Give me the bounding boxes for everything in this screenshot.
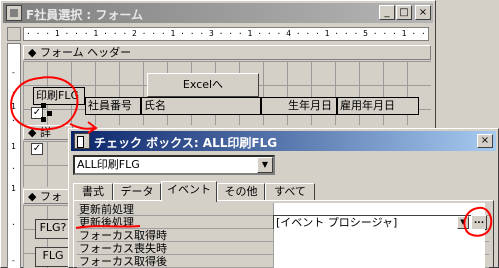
detail-grid[interactable] [23, 141, 69, 187]
detail-bar[interactable]: ◆ 詳 [23, 125, 73, 140]
property-sheet-title: チェック ボックス: ALL印刷FLG [94, 136, 278, 150]
after-update-value[interactable]: [イベント プロシージャ] [273, 215, 485, 230]
ruler-row: · · · 1 · · · 1 · · · 2 · · · 1 · · · 3 … [7, 27, 429, 41]
tab-data[interactable]: データ [113, 183, 161, 201]
section-arrow-icon: ◆ [28, 190, 40, 203]
section-arrow-icon: ◆ [28, 46, 40, 59]
property-value[interactable] [273, 255, 485, 268]
builder-button[interactable]: ... [471, 215, 487, 230]
property-list: 更新前処理 更新後処理 [イベント プロシージャ] ▼ ... フォーカス取得時… [77, 203, 489, 268]
property-name: フォーカス取得時 [79, 229, 167, 242]
form-footer-bar[interactable]: ◆ フォ [23, 189, 73, 204]
property-value[interactable] [273, 229, 485, 242]
excel-button[interactable]: Excelへ [147, 73, 259, 97]
property-name: 更新前処理 [79, 203, 134, 216]
section-arrow-icon: ◆ [28, 126, 40, 139]
property-row[interactable]: フォーカス喪失時 [77, 242, 489, 255]
name-label[interactable]: 氏名 [141, 97, 261, 115]
form-header-bar[interactable]: ◆ フォーム ヘッダー [23, 45, 431, 60]
vertical-ruler[interactable]: - · 1 · 1 · 1 · - [7, 43, 21, 268]
property-row-after-update[interactable]: 更新後処理 [イベント プロシージャ] ▼ ... [77, 215, 489, 230]
form-icon [6, 5, 22, 21]
tab-all[interactable]: すべて [265, 183, 315, 201]
form-header-label: フォーム ヘッダー [39, 46, 132, 59]
detail-checkbox[interactable]: ✓ [31, 143, 43, 155]
object-selector-value: ALL印刷FLG [77, 158, 140, 171]
object-selector-combo[interactable]: ALL印刷FLG ▼ [73, 155, 275, 175]
emp-no-label[interactable]: 社員番号 [85, 97, 141, 115]
flg-button-1[interactable]: FLG? [35, 219, 69, 239]
close-button[interactable]: × [415, 5, 431, 20]
selection-handle[interactable] [41, 103, 46, 108]
property-sheet-icon [74, 133, 90, 149]
minimize-button[interactable]: _ [379, 5, 395, 20]
detail-label: 詳 [39, 126, 51, 139]
form-footer-label: フォ [39, 190, 62, 203]
selection-handle[interactable] [41, 117, 46, 122]
selection-handle[interactable] [47, 111, 52, 116]
property-value[interactable] [273, 242, 485, 255]
property-sheet-titlebar[interactable]: チェック ボックス: ALL印刷FLG × [71, 131, 496, 151]
tab-other[interactable]: その他 [217, 183, 265, 201]
tab-format[interactable]: 書式 [73, 183, 113, 201]
property-sheet-window: チェック ボックス: ALL印刷FLG × ALL印刷FLG ▼ 書式 データ … [68, 128, 499, 268]
flg-button-2[interactable]: FLG [35, 247, 69, 267]
window-title: F社員選択 : フォーム [26, 8, 143, 22]
chevron-down-icon[interactable]: ▼ [257, 157, 273, 173]
property-name: 更新後処理 [79, 216, 134, 229]
horizontal-ruler[interactable]: · · · 1 · · · 1 · · · 2 · · · 1 · · · 3 … [23, 27, 429, 41]
property-name: フォーカス喪失時 [79, 242, 167, 255]
property-row[interactable]: フォーカス取得時 [77, 229, 489, 242]
form-selector-box[interactable] [7, 27, 21, 41]
hire-date-label[interactable]: 雇用年月日 [337, 97, 419, 115]
property-name: フォーカス取得後 [79, 255, 167, 268]
property-close-button[interactable]: × [477, 134, 493, 148]
maximize-button[interactable]: □ [396, 5, 412, 20]
property-row[interactable]: フォーカス取得後 [77, 255, 489, 268]
chevron-down-icon[interactable]: ▼ [457, 216, 469, 229]
tab-event[interactable]: イベント [161, 181, 217, 202]
window-titlebar[interactable]: F社員選択 : フォーム _ □ × [3, 3, 433, 23]
birth-date-label[interactable]: 生年月日 [261, 97, 337, 115]
